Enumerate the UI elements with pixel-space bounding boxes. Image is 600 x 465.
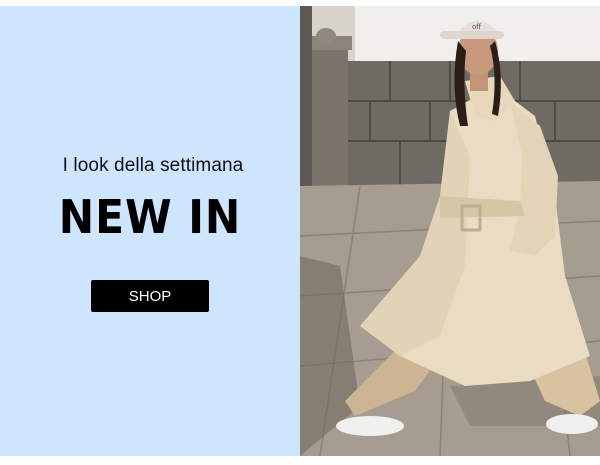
promo-subtitle: I look della settimana [62, 155, 244, 176]
cap-logo-text: off [472, 23, 481, 31]
promo-headline: NEW IN [58, 190, 242, 244]
fashion-photo-illustration: off [300, 6, 600, 456]
promo-banner: I look della settimana NEW IN SHOP off [0, 0, 600, 465]
shop-button[interactable]: SHOP [91, 280, 209, 312]
model-in-trench-coat-photo[interactable]: off [300, 6, 600, 456]
